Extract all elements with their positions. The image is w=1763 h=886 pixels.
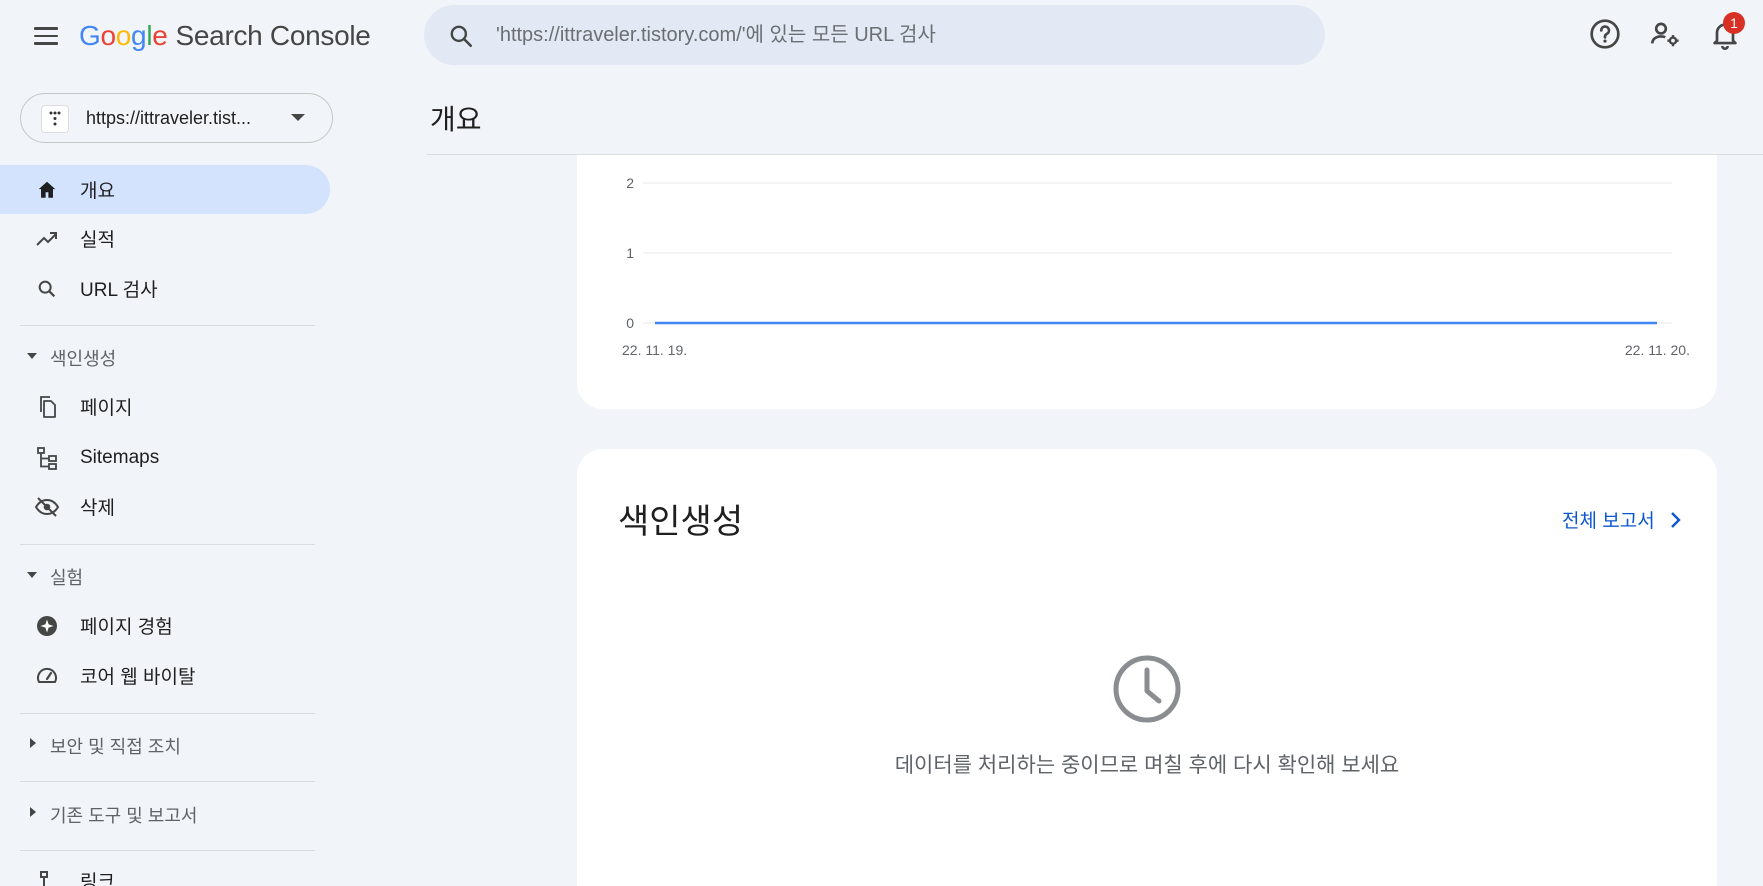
sidebar-item-label: 코어 웹 바이탈 [80,667,196,688]
sidebar-item-label: URL 검사 [80,280,158,301]
sidebar-item-pages[interactable]: 페이지 [0,382,330,431]
menu-icon[interactable] [26,18,66,54]
full-report-label: 전체 보고서 [1562,511,1655,532]
chevron-right-icon [1670,511,1681,528]
page-title: 개요 [430,104,482,135]
sidebar-item-performance[interactable]: 실적 [0,214,330,263]
section-label: 실험 [50,568,84,588]
indexing-card: 색인생성 전체 보고서 데이터를 처리하는 중이므로 며칠 후에 다시 확인해 … [577,449,1717,886]
y-tick-label: 1 [626,245,634,261]
sidebar-item-label: 페이지 경험 [80,617,173,638]
pages-icon [34,394,60,420]
search-icon [34,276,60,302]
sidebar-section-experiment[interactable]: 실험 [0,553,330,597]
sidebar-item-label: 실적 [80,230,115,251]
sidebar-item-label: 삭제 [80,498,115,519]
plus-circle-icon [34,613,60,639]
sidebar-divider [20,850,315,851]
notification-badge: 1 [1723,12,1745,34]
property-selector[interactable]: https://ittraveler.tist... [20,93,333,143]
sidebar-item-page-experience[interactable]: 페이지 경험 [0,601,330,650]
x-tick-label: 22. 11. 19. [622,342,687,358]
caret-right-icon [30,738,36,748]
manage-users-icon[interactable] [1649,18,1681,50]
sidebar-divider [20,544,315,545]
sidebar-item-links[interactable]: 링크 [0,856,330,886]
logo-letter: G [79,20,101,51]
chevron-down-icon [291,114,305,121]
sidebar-item-label: 페이지 [80,398,133,419]
y-tick-label: 2 [626,175,634,191]
logo-letter: o [115,20,132,51]
search-icon[interactable] [448,23,474,49]
sidebar-item-removals[interactable]: 삭제 [0,482,330,531]
trending-up-icon [34,226,60,252]
caret-right-icon [30,807,36,817]
sidebar-divider [20,781,315,782]
top-bar: GoogleSearch Console 1 [0,0,1763,72]
sidebar-item-label: 링크 [80,872,115,886]
app-logo[interactable]: Google Search Console [79,20,371,52]
property-label: https://ittraveler.tist... [86,108,252,128]
sidebar-item-label: 개요 [80,181,115,202]
caret-down-icon [27,572,37,578]
card-title: 색인생성 [618,503,744,541]
url-inspection-search[interactable] [424,5,1325,65]
sidebar-divider [20,325,315,326]
help-icon[interactable] [1589,18,1621,50]
line-chart: 0 1 2 22. 11. 19. 22. 11. 20. [622,175,1690,358]
speedometer-icon [34,663,60,689]
links-icon [34,868,60,886]
logo-letter: o [100,20,116,51]
sidebar-section-legacy-tools[interactable]: 기존 도구 및 보고서 [0,791,330,835]
logo-letter: g [131,20,147,51]
logo-product-name: Search Console [175,20,371,51]
section-label: 기존 도구 및 보고서 [50,806,198,826]
section-label: 색인생성 [50,349,117,369]
logo-letter: e [152,20,168,51]
tistory-favicon-icon [41,105,69,133]
chart-card: 0 1 2 22. 11. 19. 22. 11. 20. [577,155,1717,409]
y-tick-label: 0 [626,315,634,331]
sidebar-item-url-inspection[interactable]: URL 검사 [0,264,330,313]
processing-message: 데이터를 처리하는 중이므로 며칠 후에 다시 확인해 보세요 [894,754,1400,777]
sidebar-section-indexing[interactable]: 색인생성 [0,334,330,378]
x-tick-label: 22. 11. 20. [1625,342,1690,358]
full-report-link[interactable]: 전체 보고서 [1562,506,1681,533]
eye-off-icon [34,494,60,520]
sitemap-icon [34,445,60,471]
sidebar-item-sitemaps[interactable]: Sitemaps [0,433,330,482]
sidebar-section-security[interactable]: 보안 및 직접 조치 [0,722,330,766]
sidebar-item-overview[interactable]: 개요 [0,165,330,214]
search-input[interactable] [496,5,1296,65]
section-label: 보안 및 직접 조치 [50,737,181,757]
clock-icon [1113,655,1181,723]
caret-down-icon [27,353,37,359]
sidebar-item-core-web-vitals[interactable]: 코어 웹 바이탈 [0,651,330,700]
sidebar-item-label: Sitemaps [80,446,160,468]
sidebar-divider [20,713,315,714]
home-icon [34,177,60,203]
